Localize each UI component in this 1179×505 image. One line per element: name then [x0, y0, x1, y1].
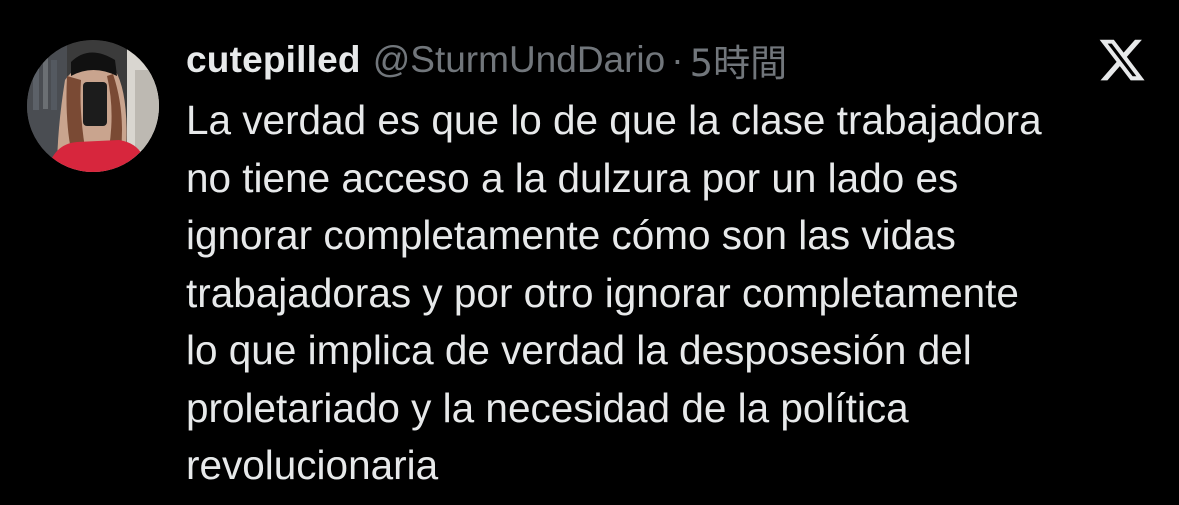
- timestamp[interactable]: 5時間: [690, 33, 788, 87]
- tweet-card[interactable]: cutepilled @SturmUndDario · 5時間 La verda…: [0, 0, 1179, 505]
- avatar-photo: [27, 40, 159, 172]
- user-handle[interactable]: @SturmUndDario: [373, 39, 666, 81]
- tweet-text-line: proletariado y la necesidad de la políti…: [186, 384, 909, 431]
- avatar[interactable]: [27, 40, 159, 172]
- display-name[interactable]: cutepilled: [186, 39, 361, 81]
- x-logo-icon: [1097, 35, 1147, 85]
- separator-dot: ·: [671, 39, 684, 80]
- tweet-text: La verdad es que lo de que la clase trab…: [186, 92, 1166, 495]
- tweet-header: cutepilled @SturmUndDario · 5時間: [186, 33, 788, 87]
- tweet-text-line: revolucionaria: [186, 442, 439, 488]
- tweet-text-line: ignorar completamente cómo son las vidas: [186, 212, 956, 258]
- tweet-text-line: no tiene acceso a la dulzura por un lado…: [186, 154, 959, 201]
- tweet-text-line: lo que implica de verdad la desposesión …: [186, 327, 972, 373]
- tweet-text-line: trabajadoras y por otro ignorar completa…: [186, 269, 1019, 316]
- tweet-text-line: La verdad es que lo de que la clase trab…: [186, 97, 1042, 143]
- x-logo-glyph: [1099, 39, 1145, 81]
